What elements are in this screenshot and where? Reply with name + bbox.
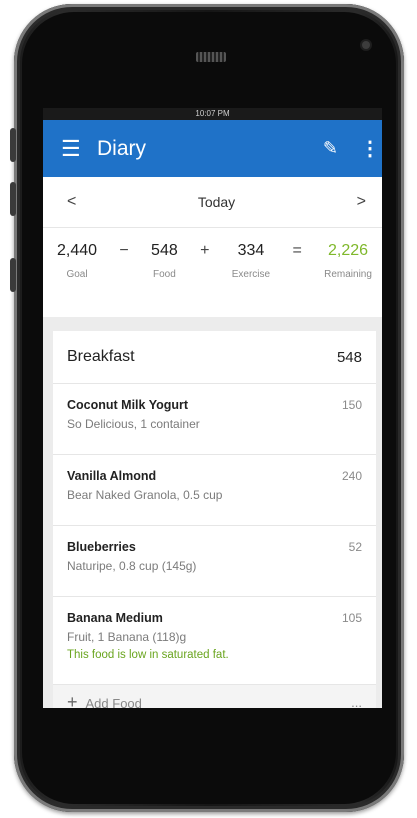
food-value: 548 [151,242,178,259]
power-button [10,258,16,292]
prev-day-button[interactable]: < [67,193,76,211]
breakfast-card: Breakfast 548 Coconut Milk Yogurt So Del… [53,331,376,708]
current-date[interactable]: Today [198,194,235,210]
status-time: 10:07 PM [195,109,230,118]
calorie-summary: 2,440 Goal − 548 Food + 334 Exercise = 2… [43,228,382,308]
meal-header[interactable]: Breakfast 548 [53,331,376,384]
food-label: Food [153,269,176,280]
exercise-column: 334 Exercise [232,242,270,280]
food-calories: 240 [341,469,362,483]
meal-name: Breakfast [67,348,135,365]
food-item[interactable]: Vanilla Almond Bear Naked Granola, 0.5 c… [53,455,376,526]
food-calories: 150 [341,398,362,412]
food-description: Bear Naked Granola, 0.5 cup [67,488,223,502]
volume-up-button [10,128,16,162]
food-item[interactable]: Coconut Milk Yogurt So Delicious, 1 cont… [53,384,376,455]
goal-label: Goal [66,269,88,280]
page-title: Diary [97,136,147,160]
earpiece-speaker [196,52,226,62]
status-bar: 10:07 PM [43,108,382,120]
food-name: Banana Medium [67,611,163,625]
next-day-button[interactable]: > [357,193,366,211]
food-item[interactable]: Blueberries Naturipe, 0.8 cup (145g) 52 [53,526,376,597]
plus-operator: + [200,242,210,259]
food-description: So Delicious, 1 container [67,417,200,431]
remaining-label: Remaining [324,269,372,280]
phone-screen: 10:07 PM ☰ Diary ✎ ⋮ < Today > 2,440 Goa… [43,108,382,708]
add-food-button[interactable]: + Add Food [67,692,142,709]
remaining-column: 2,226 Remaining [324,242,372,280]
add-food-row: + Add Food ... [53,685,376,708]
plus-icon: + [67,691,78,709]
exercise-value: 334 [237,242,265,259]
goal-column: 2,440 Goal [57,242,97,280]
food-description: Naturipe, 0.8 cup (145g) [67,559,197,573]
food-column: 548 Food [151,242,178,280]
food-name: Vanilla Almond [67,469,157,483]
front-camera [362,41,370,49]
food-name: Blueberries [67,540,136,554]
food-name: Coconut Milk Yogurt [67,398,189,412]
meal-calories: 548 [336,348,362,366]
food-nutrition-note: This food is low in saturated fat. [67,649,229,661]
volume-down-button [10,182,16,216]
food-calories: 52 [348,540,362,554]
minus-operator: − [119,242,129,259]
kebab-icon[interactable]: ⋮ [360,136,380,161]
hamburger-icon[interactable]: ☰ [61,137,87,160]
food-description: Fruit, 1 Banana (118)g [67,630,187,644]
more-options-button[interactable]: ... [351,695,362,709]
food-calories: 105 [341,611,362,625]
exercise-label: Exercise [231,269,271,280]
date-navigator: < Today > [43,177,382,228]
equals-operator: = [292,242,302,259]
pencil-icon[interactable]: ✎ [323,138,338,159]
app-bar: ☰ Diary ✎ ⋮ [43,120,382,177]
add-food-label: Add Food [85,695,142,709]
goal-value: 2,440 [57,242,98,259]
food-item[interactable]: Banana Medium Fruit, 1 Banana (118)g Thi… [53,597,376,685]
remaining-value: 2,226 [327,242,369,259]
